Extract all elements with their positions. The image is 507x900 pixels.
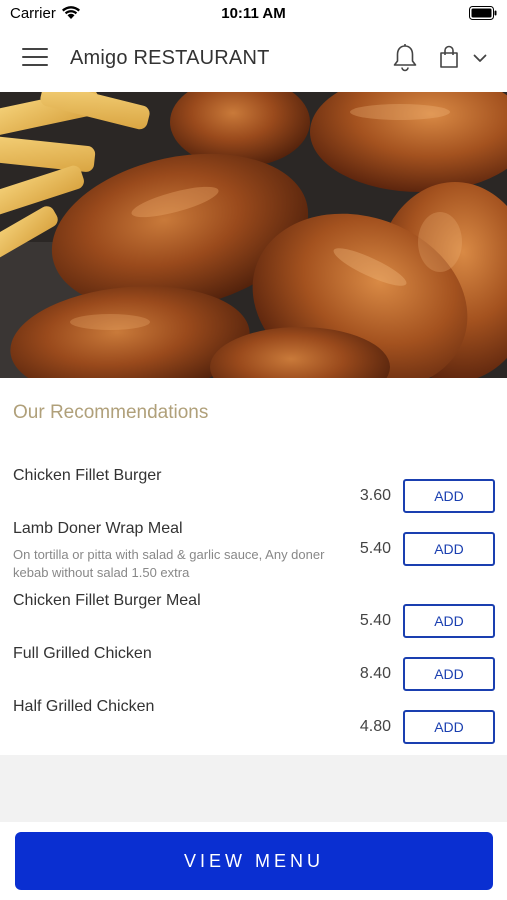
item-name: Full Grilled Chicken [13, 645, 152, 662]
item-name: Lamb Doner Wrap Meal [13, 520, 183, 537]
hamburger-menu-icon[interactable] [22, 48, 48, 70]
item-name: Chicken Fillet Burger Meal [13, 592, 201, 609]
recommendations-title: Our Recommendations [13, 402, 209, 423]
add-button[interactable]: ADD [403, 604, 495, 638]
view-menu-button[interactable]: VIEW MENU [15, 832, 493, 890]
app-header: Amigo RESTAURANT [0, 26, 507, 92]
hero-food-image [0, 92, 507, 378]
item-price: 5.40 [359, 540, 391, 557]
item-description: On tortilla or pitta with salad & garlic… [13, 547, 325, 580]
add-button[interactable]: ADD [403, 657, 495, 691]
battery-icon [469, 6, 497, 20]
clock-time: 10:11 AM [221, 5, 286, 22]
item-price: 5.40 [359, 612, 391, 629]
status-bar: Carrier 10:11 AM [0, 0, 507, 26]
add-button[interactable]: ADD [403, 479, 495, 513]
bell-icon[interactable] [392, 43, 418, 73]
add-button[interactable]: ADD [403, 532, 495, 566]
item-name: Chicken Fillet Burger [13, 467, 162, 484]
item-name: Half Grilled Chicken [13, 698, 155, 715]
item-price: 3.60 [359, 487, 391, 504]
app-title: Amigo RESTAURANT [70, 47, 270, 69]
add-button[interactable]: ADD [403, 710, 495, 744]
item-price: 4.80 [359, 718, 391, 735]
shopping-bag-icon[interactable] [439, 45, 459, 69]
item-price: 8.40 [359, 665, 391, 682]
chevron-down-icon[interactable] [473, 54, 487, 63]
